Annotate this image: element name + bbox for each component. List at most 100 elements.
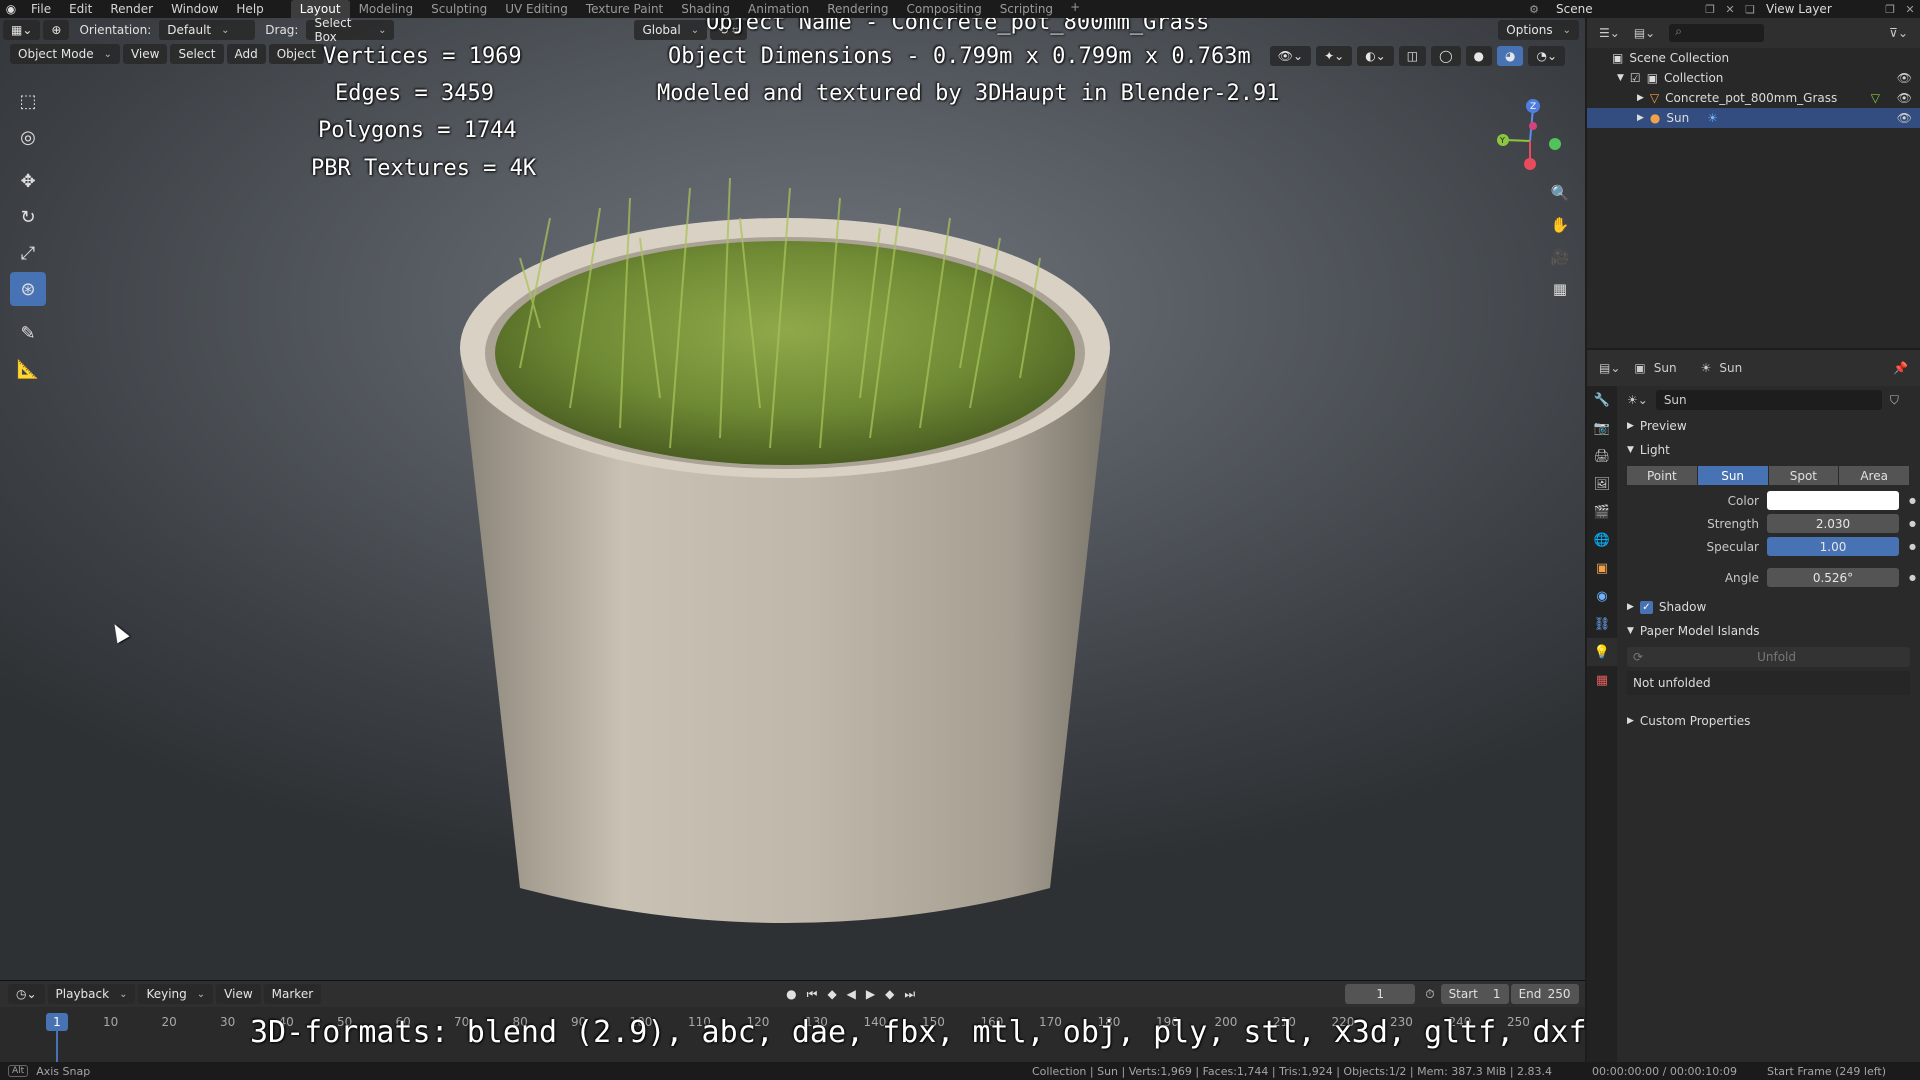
new-view-layer-icon[interactable]: ❐	[1880, 3, 1900, 16]
menu-view[interactable]: View	[122, 44, 168, 64]
menu-add[interactable]: Add	[226, 44, 266, 64]
menu-object[interactable]: Object	[268, 44, 324, 64]
view-layer-icon[interactable]: ❏	[1740, 3, 1760, 16]
filter-icon[interactable]: ⊽⌄	[1889, 26, 1908, 40]
transform-tool-icon[interactable]: ⊛	[10, 272, 46, 306]
fake-user-shield-icon[interactable]: ⛉	[1890, 393, 1899, 408]
view-layer-field[interactable]: View Layer	[1760, 1, 1880, 17]
shading-wireframe-icon[interactable]: ◯	[1431, 46, 1461, 66]
output-tab-icon[interactable]: 🖨	[1587, 442, 1617, 470]
overlay-toggle-icon[interactable]: ◐⌄	[1357, 46, 1394, 66]
pin-icon[interactable]: 📌	[1893, 361, 1908, 375]
ortho-grid-icon[interactable]: ▦	[1547, 276, 1573, 302]
drag-dropdown[interactable]: Select Box	[306, 18, 395, 44]
scale-tool-icon[interactable]: ⤢	[10, 236, 46, 270]
physics-tab-icon[interactable]: ◉	[1587, 582, 1617, 610]
unfold-button[interactable]: ⟳ Unfold	[1627, 647, 1910, 667]
measure-tool-icon[interactable]: 📐	[10, 352, 46, 386]
preview-range-icon[interactable]: ⏱	[1425, 987, 1434, 1002]
object-tab-icon[interactable]: ▣	[1587, 554, 1617, 582]
menu-help[interactable]: Help	[227, 0, 272, 18]
editor-type-icon[interactable]: ▦⌄	[3, 20, 41, 40]
start-frame-field[interactable]: Start 1	[1440, 984, 1509, 1004]
pan-hand-icon[interactable]: ✋	[1547, 212, 1573, 238]
keying-menu[interactable]: Keying	[138, 984, 214, 1004]
menu-edit[interactable]: Edit	[60, 0, 101, 18]
expand-arrow-icon[interactable]: ▼	[1617, 73, 1624, 83]
properties-editor-type-icon[interactable]: ▤⌄	[1599, 361, 1620, 375]
render-tab-icon[interactable]: 📷	[1587, 414, 1617, 442]
select-box-icon[interactable]: ⬚	[10, 84, 46, 118]
shadow-section[interactable]: ▶ ✓ Shadow	[1617, 595, 1920, 619]
rotate-tool-icon[interactable]: ↻	[10, 200, 46, 234]
prev-keyframe-icon[interactable]: ◆	[827, 987, 836, 1001]
object-mode-dropdown[interactable]: Object Mode	[10, 44, 120, 64]
light-type-spot[interactable]: Spot	[1768, 466, 1839, 485]
outliner-editor-type-icon[interactable]: ☰⌄	[1599, 26, 1620, 40]
jump-end-icon[interactable]: ⏭	[904, 987, 915, 1002]
checkbox-icon[interactable]: ☑	[1630, 71, 1641, 85]
next-keyframe-icon[interactable]: ◆	[885, 987, 894, 1001]
datablock-name-field[interactable]: Sun	[1655, 390, 1882, 410]
tab-shading[interactable]: Shading	[672, 0, 739, 18]
custom-properties-section[interactable]: ▶ Custom Properties	[1617, 709, 1920, 733]
end-frame-field[interactable]: End 250	[1510, 984, 1579, 1004]
view-layer-tab-icon[interactable]: 🖼	[1587, 470, 1617, 498]
navigation-gizmo[interactable]: Z Y	[1485, 96, 1575, 186]
shading-rendered-icon[interactable]: ◔⌄	[1528, 46, 1565, 66]
options-dropdown[interactable]: Options	[1498, 20, 1579, 40]
light-type-point[interactable]: Point	[1627, 466, 1697, 485]
display-mode-icon[interactable]: ▤⌄	[1634, 26, 1655, 40]
tab-scripting[interactable]: Scripting	[991, 0, 1062, 18]
camera-view-icon[interactable]: 🎥	[1547, 244, 1573, 270]
light-type-icon[interactable]: ☀⌄	[1627, 393, 1648, 407]
light-type-sun[interactable]: Sun	[1697, 466, 1768, 485]
light-data-tab-icon[interactable]: 💡	[1587, 638, 1617, 666]
light-type-area[interactable]: Area	[1839, 466, 1909, 485]
paper-model-section[interactable]: ▼ Paper Model Islands	[1617, 619, 1920, 643]
timeline-view-menu[interactable]: View	[216, 984, 261, 1004]
current-frame-field[interactable]: 1	[1345, 984, 1416, 1004]
record-icon[interactable]: ●	[786, 987, 796, 1001]
outliner-item-sun[interactable]: ▶ ● Sun ☀ 👁	[1587, 108, 1920, 128]
scene-collection-row[interactable]: ▣ Scene Collection	[1587, 48, 1920, 68]
constraints-tab-icon[interactable]: ⛓	[1587, 610, 1617, 638]
visibility-eye-icon[interactable]: 👁	[1897, 71, 1912, 85]
scene-tab-icon[interactable]: 🎬	[1587, 498, 1617, 526]
playback-menu[interactable]: Playback	[47, 984, 136, 1004]
orientation-dropdown[interactable]: Default	[159, 20, 256, 40]
play-icon[interactable]: ▶	[866, 987, 875, 1001]
tab-sculpting[interactable]: Sculpting	[422, 0, 496, 18]
tab-animation[interactable]: Animation	[739, 0, 818, 18]
new-scene-icon[interactable]: ❐	[1700, 3, 1720, 16]
play-reverse-icon[interactable]: ◀	[847, 987, 856, 1001]
expand-arrow-icon[interactable]: ▶	[1637, 93, 1644, 103]
transform-pivot-icon[interactable]: ⊕	[43, 20, 70, 40]
tab-uv-editing[interactable]: UV Editing	[496, 0, 577, 18]
collection-row[interactable]: ▼ ☑ ▣ Collection 👁	[1587, 68, 1920, 88]
gizmo-toggle-icon[interactable]: ✦⌄	[1316, 46, 1353, 66]
marker-menu[interactable]: Marker	[263, 984, 322, 1004]
menu-window[interactable]: Window	[162, 0, 227, 18]
tool-tab-icon[interactable]: 🔧	[1587, 386, 1617, 414]
tab-texture-paint[interactable]: Texture Paint	[577, 0, 672, 18]
menu-render[interactable]: Render	[101, 0, 162, 18]
specular-slider[interactable]: 1.00	[1767, 537, 1899, 556]
tab-modeling[interactable]: Modeling	[350, 0, 423, 18]
color-swatch[interactable]	[1767, 491, 1899, 510]
move-tool-icon[interactable]: ✥	[10, 164, 46, 198]
delete-view-layer-icon[interactable]: ✕	[1900, 3, 1920, 16]
visibility-eye-icon[interactable]: 👁	[1897, 111, 1912, 125]
zoom-icon[interactable]: 🔍	[1547, 180, 1573, 206]
3d-viewport[interactable]: ▦⌄ ⊕ Orientation: Default Drag: Select B…	[0, 18, 1585, 980]
shading-solid-icon[interactable]: ●	[1465, 46, 1492, 66]
outliner-item-pot[interactable]: ▶ ▽ Concrete_pot_800mm_Grass ▽ 👁	[1587, 88, 1920, 108]
world-tab-icon[interactable]: 🌐	[1587, 526, 1617, 554]
outliner-search-icon[interactable]: ⌕	[1669, 24, 1765, 42]
strength-field[interactable]: 2.030	[1767, 514, 1899, 533]
current-frame-indicator[interactable]: 1	[46, 1013, 68, 1031]
shading-material-icon[interactable]: ◕	[1496, 46, 1524, 66]
keyframe-dot-icon[interactable]: ●	[1909, 519, 1916, 528]
preview-section[interactable]: ▶ Preview	[1617, 414, 1920, 438]
tab-layout[interactable]: Layout	[290, 0, 350, 18]
